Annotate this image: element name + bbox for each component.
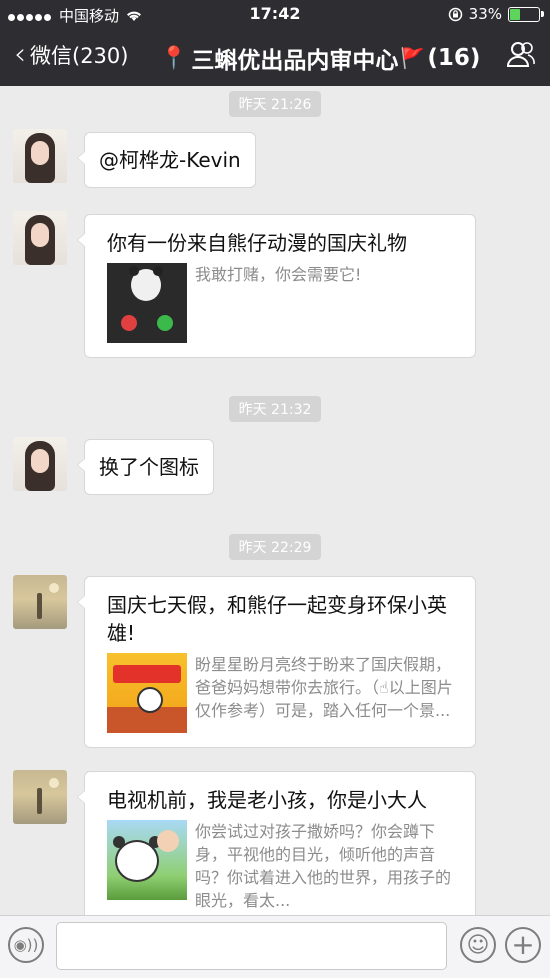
status-right: 33% [448, 5, 544, 23]
timestamp: 昨天 21:26 [0, 91, 550, 117]
link-title: 电视机前，我是老小孩，你是小大人 [107, 788, 427, 812]
link-title: 你有一份来自熊仔动漫的国庆礼物 [107, 231, 407, 255]
timestamp: 昨天 22:29 [0, 534, 550, 560]
chat-area[interactable]: 昨天 21:26 @柯桦龙-Kevin 你有一份来自熊仔动漫的国庆礼物 我敢打赌… [0, 86, 550, 915]
chat-title-text: 三蝌优出品内审中心 [191, 48, 399, 74]
timestamp: 昨天 21:32 [0, 396, 550, 422]
group-info-button[interactable] [506, 40, 536, 72]
plus-icon: + [511, 928, 535, 961]
chevron-left-icon: ‹ [14, 37, 26, 72]
link-card[interactable]: 国庆七天假，和熊仔一起变身环保小英雄! 盼星星盼月亮终于盼来了国庆假期，爸爸妈妈… [77, 576, 476, 748]
input-bar: ◉)) ☺ + [0, 915, 550, 978]
battery-icon [508, 6, 544, 22]
link-card[interactable]: 你有一份来自熊仔动漫的国庆礼物 我敢打赌，你会需要它! [77, 214, 476, 358]
sea-avatar[interactable] [13, 575, 67, 629]
link-desc: 你尝试过对孩子撒娇吗？你会蹲下身，平视他的目光，倾听他的声音吗？你试着进入他的世… [195, 822, 452, 910]
panda-kid-thumbnail [107, 820, 187, 900]
nav-bar: ‹ 微信(230) 📍 三蝌优出品内审中心 🚩 (16) [0, 28, 550, 86]
link-desc: 我敢打赌，你会需要它! [195, 265, 362, 284]
rotation-lock-icon [448, 7, 462, 21]
red-flag-icon: 🚩 [400, 46, 426, 70]
text-message[interactable]: 换了个图标 [77, 439, 214, 495]
emoji-icon: ☺ [466, 932, 490, 958]
voice-button[interactable]: ◉)) [8, 927, 44, 963]
message-input[interactable] [56, 922, 447, 970]
text-message[interactable]: @柯桦龙-Kevin [77, 132, 256, 188]
top-bar: 中国移动 17:42 33% ‹ 微信(230) 📍 三蝌优出品内审中心 🚩 (… [0, 0, 550, 86]
voice-icon: ◉)) [13, 936, 39, 954]
link-title: 国庆七天假，和熊仔一起变身环保小英雄! [107, 593, 447, 645]
chat-title: 📍 三蝌优出品内审中心 🚩 (16) [160, 41, 480, 75]
girl-avatar[interactable] [13, 437, 67, 491]
back-label: 微信(230) [30, 44, 129, 68]
sea-avatar[interactable] [13, 770, 67, 824]
back-button[interactable]: ‹ 微信(230) [14, 40, 128, 70]
game-banner-thumbnail [107, 653, 187, 733]
pin-icon: 📍 [160, 45, 188, 71]
battery-percent: 33% [468, 5, 502, 23]
link-card[interactable]: 电视机前，我是老小孩，你是小大人 你尝试过对孩子撒娇吗？你会蹲下身，平视他的目光… [77, 771, 476, 915]
status-bar: 中国移动 17:42 33% [0, 0, 550, 28]
more-button[interactable]: + [505, 927, 541, 963]
panda-call-thumbnail [107, 263, 187, 343]
girl-avatar[interactable] [13, 211, 67, 265]
link-desc: 盼星星盼月亮终于盼来了国庆假期，爸爸妈妈想带你去旅行。（☝以上图片仅作参考）可是… [195, 655, 453, 720]
people-icon [506, 42, 535, 67]
emoji-button[interactable]: ☺ [460, 927, 496, 963]
girl-avatar[interactable] [13, 129, 67, 183]
member-count: (16) [427, 45, 481, 71]
